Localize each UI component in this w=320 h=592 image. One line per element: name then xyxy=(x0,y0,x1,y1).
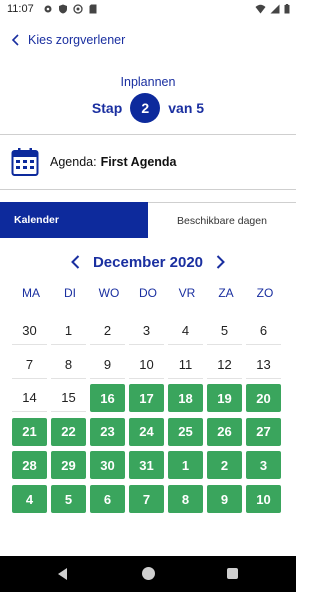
status-time: 11:07 xyxy=(7,3,34,15)
at-sign-icon xyxy=(73,4,83,14)
day-cell: 7 xyxy=(12,350,47,379)
calendar-icon xyxy=(11,148,39,176)
weekday-label: VR xyxy=(178,286,196,300)
tab-beschikbare-dagen[interactable]: Beschikbare dagen xyxy=(148,202,296,238)
back-label: Kies zorgverlener xyxy=(28,33,126,47)
previous-month-button[interactable] xyxy=(69,254,83,270)
available-day-cell[interactable]: 9 xyxy=(207,485,242,513)
agenda-label: Agenda: xyxy=(50,155,97,169)
back-button[interactable]: Kies zorgverlener xyxy=(10,31,125,49)
divider-agenda xyxy=(0,189,296,190)
available-day-cell[interactable]: 31 xyxy=(129,451,164,480)
steps-title: Inplannen xyxy=(120,75,176,89)
agenda-row: Agenda: First Agenda xyxy=(0,143,296,183)
weekday-header: MA DI WO DO VR ZA ZO xyxy=(12,286,284,300)
weekday-label: WO xyxy=(98,286,120,300)
day-cell: 2 xyxy=(90,317,125,345)
weekday-label: ZO xyxy=(256,286,274,300)
current-step-badge: 2 xyxy=(130,93,161,123)
step-indicator: Stap 2 van 5 xyxy=(0,93,296,123)
shield-icon xyxy=(59,4,67,14)
day-cell: 3 xyxy=(129,317,164,345)
status-left-icons xyxy=(43,4,98,14)
available-day-cell[interactable]: 10 xyxy=(246,485,281,513)
available-day-cell[interactable]: 4 xyxy=(12,485,47,513)
available-day-cell[interactable]: 18 xyxy=(168,384,203,413)
sd-card-icon xyxy=(89,4,97,14)
agenda-text: Agenda: First Agenda xyxy=(50,155,177,169)
available-day-cell[interactable]: 22 xyxy=(51,417,86,446)
home-icon[interactable] xyxy=(142,567,155,580)
weekday-label: DO xyxy=(139,286,157,300)
next-month-button[interactable] xyxy=(213,254,227,270)
available-day-cell[interactable]: 23 xyxy=(90,417,125,446)
day-cell: 4 xyxy=(168,317,203,345)
available-day-cell[interactable]: 30 xyxy=(90,451,125,480)
available-day-cell[interactable]: 21 xyxy=(12,417,47,446)
month-label: December 2020 xyxy=(92,253,204,271)
weekday-label: DI xyxy=(64,286,76,300)
step-prefix: Stap xyxy=(91,100,123,116)
day-cell: 9 xyxy=(90,350,125,379)
available-day-cell[interactable]: 3 xyxy=(246,451,281,480)
day-cell: 30 xyxy=(12,317,47,345)
day-cell: 14 xyxy=(12,384,47,413)
day-cell: 5 xyxy=(207,317,242,345)
day-cell: 15 xyxy=(51,384,86,413)
system-nav-bar xyxy=(0,556,296,592)
day-cell: 10 xyxy=(129,350,164,379)
day-cell: 1 xyxy=(51,317,86,345)
available-day-cell[interactable]: 24 xyxy=(129,417,164,446)
day-cell: 6 xyxy=(246,317,281,345)
available-day-cell[interactable]: 17 xyxy=(129,384,164,413)
available-day-cell[interactable]: 20 xyxy=(246,384,281,413)
signal-icon xyxy=(270,4,280,14)
divider-top xyxy=(0,134,296,135)
available-day-cell[interactable]: 28 xyxy=(12,451,47,480)
available-day-cell[interactable]: 29 xyxy=(51,451,86,480)
chevron-left-icon xyxy=(11,34,19,46)
settings-icon xyxy=(44,5,52,13)
month-navigation: December 2020 xyxy=(0,252,296,272)
available-day-cell[interactable]: 8 xyxy=(168,485,203,513)
back-icon[interactable] xyxy=(56,567,69,581)
status-bar: 11:07 xyxy=(0,0,296,20)
wifi-icon xyxy=(255,4,266,14)
status-right-icons xyxy=(255,4,290,14)
recents-icon[interactable] xyxy=(227,568,238,579)
available-day-cell[interactable]: 26 xyxy=(207,417,242,446)
view-tabs: Kalender Beschikbare dagen xyxy=(0,202,296,238)
available-day-cell[interactable]: 16 xyxy=(90,384,125,413)
day-cell: 8 xyxy=(51,350,86,379)
available-day-cell[interactable]: 27 xyxy=(246,417,281,446)
available-day-cell[interactable]: 2 xyxy=(207,451,242,480)
battery-icon xyxy=(284,4,290,14)
day-cell: 11 xyxy=(168,350,203,379)
available-day-cell[interactable]: 19 xyxy=(207,384,242,413)
available-day-cell[interactable]: 1 xyxy=(168,451,203,480)
day-cell: 13 xyxy=(246,350,281,379)
available-day-cell[interactable]: 5 xyxy=(51,485,86,513)
day-cell: 12 xyxy=(207,350,242,379)
available-day-cell[interactable]: 25 xyxy=(168,417,203,446)
weekday-label: MA xyxy=(22,286,40,300)
step-suffix: van 5 xyxy=(168,100,205,116)
tab-kalender[interactable]: Kalender xyxy=(0,202,148,238)
available-day-cell[interactable]: 7 xyxy=(129,485,164,513)
available-day-cell[interactable]: 6 xyxy=(90,485,125,513)
agenda-value: First Agenda xyxy=(100,155,177,169)
weekday-label: ZA xyxy=(218,286,234,300)
